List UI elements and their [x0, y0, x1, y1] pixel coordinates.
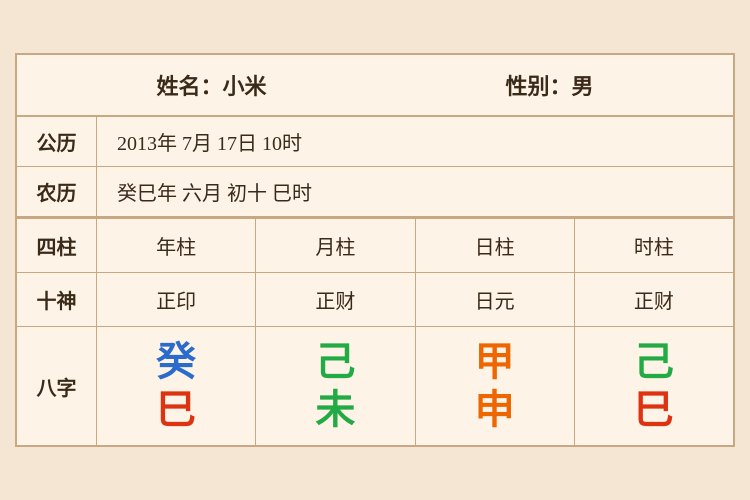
- bazi-hour: 己 巳: [575, 327, 733, 445]
- lunar-label: 农历: [17, 167, 97, 216]
- bazi-day-bottom: 申: [475, 390, 515, 430]
- bazi-year-top: 癸: [156, 342, 196, 382]
- bazi-row: 八字 癸 巳 己 未 甲 申 己: [17, 327, 733, 445]
- gregorian-label: 公历: [17, 117, 97, 166]
- col-day: 日柱: [416, 219, 575, 272]
- shishen-hour: 正财: [575, 273, 733, 326]
- shishen-month: 正财: [256, 273, 415, 326]
- lunar-row: 农历 癸巳年 六月 初十 巳时: [17, 167, 733, 217]
- shishen-label: 十神: [17, 273, 97, 326]
- bazi-month-bottom: 未: [315, 390, 355, 430]
- bazi-hour-bottom: 巳: [634, 390, 674, 430]
- bazi-month-top: 己: [315, 342, 355, 382]
- shishen-day: 日元: [416, 273, 575, 326]
- sizhu-label: 四柱: [17, 219, 97, 272]
- bazi-day: 甲 申: [416, 327, 575, 445]
- bazi-month: 己 未: [256, 327, 415, 445]
- gregorian-row: 公历 2013年 7月 17日 10时: [17, 117, 733, 167]
- col-year: 年柱: [97, 219, 256, 272]
- table-section: 四柱 年柱 月柱 日柱 时柱 十神 正印 正财 日元 正财 八字: [17, 217, 733, 445]
- gender-label: 性别：男: [505, 69, 593, 101]
- name-label: 姓名：小米: [156, 69, 266, 101]
- col-hour: 时柱: [575, 219, 733, 272]
- header-row: 姓名：小米 性别：男: [17, 55, 733, 117]
- bazi-year-bottom: 巳: [156, 390, 196, 430]
- column-headers: 年柱 月柱 日柱 时柱: [97, 219, 733, 272]
- main-card: 姓名：小米 性别：男 公历 2013年 7月 17日 10时 农历 癸巳年 六月…: [15, 53, 735, 447]
- gregorian-value: 2013年 7月 17日 10时: [97, 117, 733, 166]
- bazi-day-top: 甲: [475, 342, 515, 382]
- bazi-year: 癸 巳: [97, 327, 256, 445]
- col-month: 月柱: [256, 219, 415, 272]
- bazi-hour-top: 己: [634, 342, 674, 382]
- bazi-label: 八字: [17, 327, 97, 445]
- bazi-cells: 癸 巳 己 未 甲 申 己 巳: [97, 327, 733, 445]
- shishen-year: 正印: [97, 273, 256, 326]
- shishen-cells: 正印 正财 日元 正财: [97, 273, 733, 326]
- lunar-value: 癸巳年 六月 初十 巳时: [97, 167, 733, 216]
- shishen-row: 十神 正印 正财 日元 正财: [17, 273, 733, 327]
- column-header-row: 四柱 年柱 月柱 日柱 时柱: [17, 219, 733, 273]
